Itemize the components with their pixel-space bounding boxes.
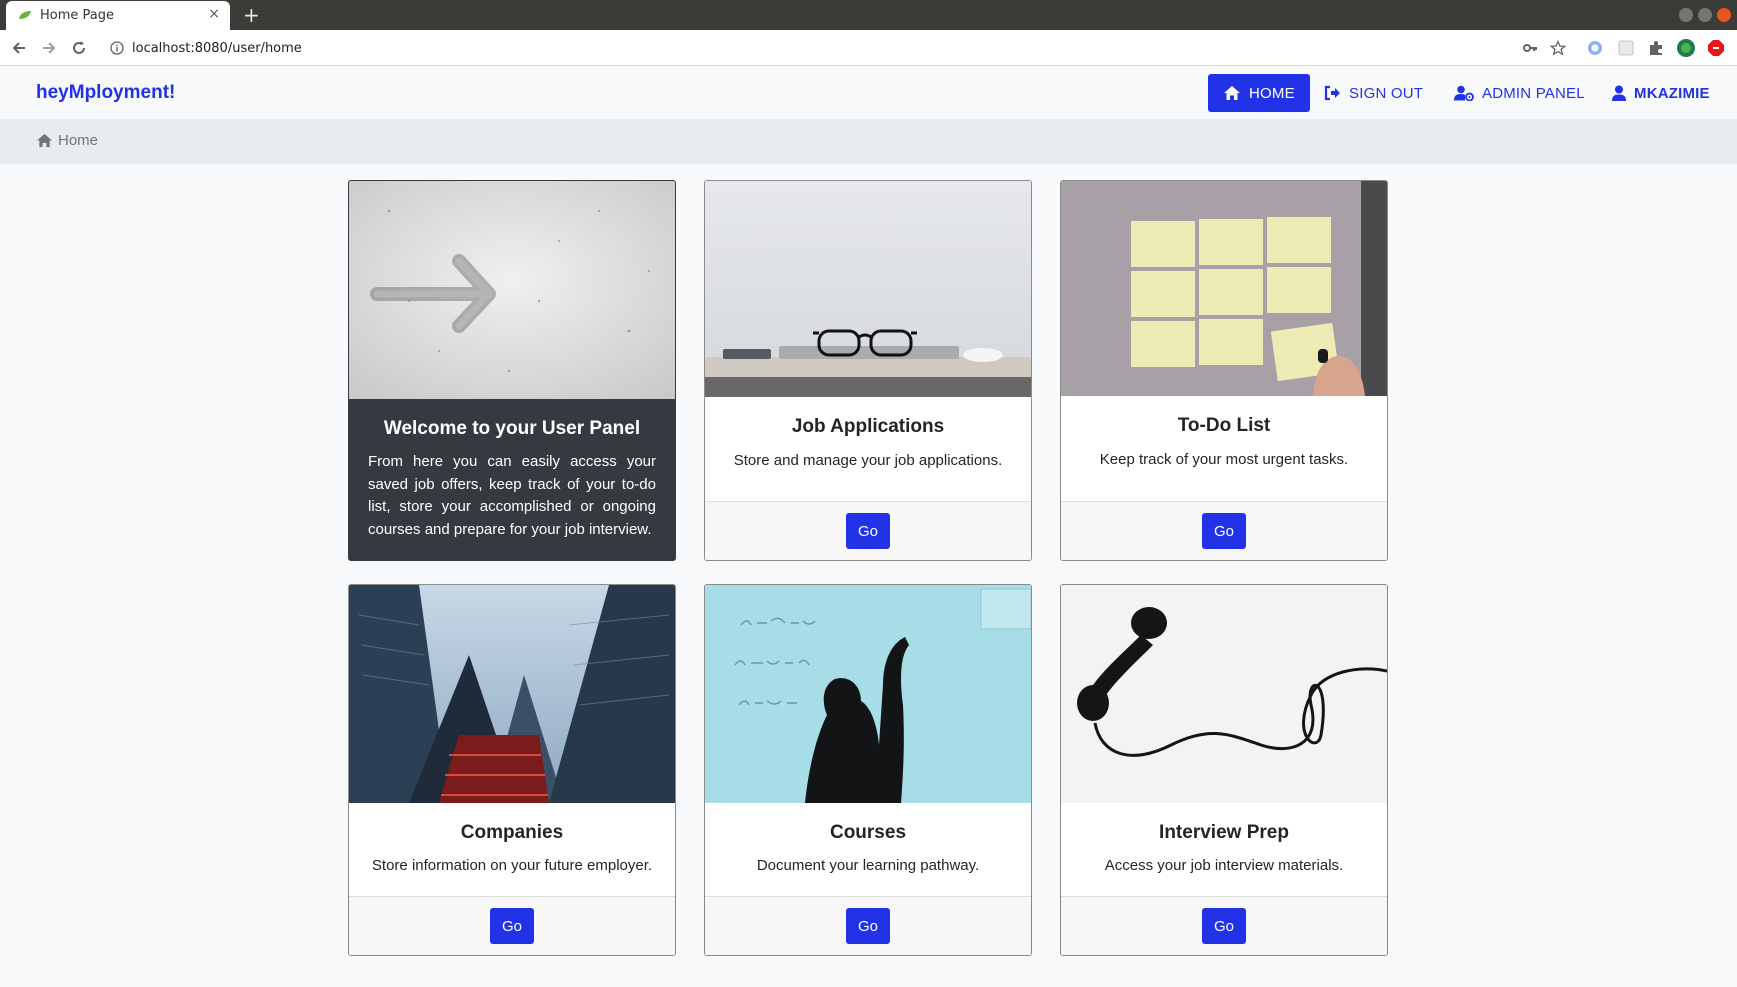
telephone-image <box>1061 585 1387 803</box>
todo-list-card: To-Do List Keep track of your most urgen… <box>1060 180 1388 561</box>
nav-home-label: HOME <box>1249 84 1295 102</box>
welcome-card-text: From here you can easily access your sav… <box>368 453 656 538</box>
sticky-notes-image <box>1061 181 1387 396</box>
home-icon <box>1224 86 1240 100</box>
address-bar[interactable]: localhost:8080/user/home <box>102 33 1578 63</box>
interview-prep-card: Interview Prep Access your job interview… <box>1060 584 1388 956</box>
companies-title: Companies <box>460 822 564 843</box>
user-cog-icon <box>1454 85 1474 101</box>
reload-icon[interactable] <box>70 39 88 57</box>
sign-out-icon <box>1324 85 1340 101</box>
browser-tabstrip: Home Page × + <box>0 0 1737 30</box>
breadcrumb: Home <box>0 119 1737 164</box>
arrow-image <box>349 181 675 399</box>
new-tab-icon[interactable]: + <box>243 3 260 27</box>
job-applications-title: Job Applications <box>791 416 945 437</box>
browser-tab[interactable]: Home Page × <box>6 1 230 30</box>
maximize-icon[interactable] <box>1698 8 1712 22</box>
nav-home[interactable]: HOME <box>1208 74 1310 112</box>
nav-sign-out[interactable]: SIGN OUT <box>1324 74 1423 112</box>
todo-list-title: To-Do List <box>1177 415 1271 436</box>
welcome-card-title: Welcome to your User Panel <box>383 418 641 439</box>
nav-sign-out-label: SIGN OUT <box>1349 84 1424 102</box>
interview-prep-footer: Go <box>1061 896 1387 955</box>
interview-prep-go-button[interactable]: Go <box>1202 908 1246 944</box>
profile-avatar-icon[interactable] <box>1677 39 1695 57</box>
todo-list-footer: Go <box>1061 501 1387 560</box>
courses-footer: Go <box>705 896 1031 955</box>
forward-icon[interactable] <box>40 39 58 57</box>
todo-list-text: Keep track of your most urgent tasks. <box>1099 451 1349 468</box>
companies-text: Store information on your future employe… <box>371 857 653 874</box>
breadcrumb-label: Home <box>58 132 99 149</box>
interview-prep-title: Interview Prep <box>1159 822 1289 843</box>
bookmark-star-icon[interactable] <box>1550 40 1566 56</box>
url-host: localhost <box>132 41 191 56</box>
url-text: localhost:8080/user/home <box>132 41 302 56</box>
adblock-icon[interactable] <box>1707 39 1725 57</box>
info-icon[interactable] <box>110 41 124 55</box>
courses-go-button[interactable]: Go <box>846 908 890 944</box>
home-icon <box>37 133 52 148</box>
user-icon <box>1612 85 1626 101</box>
companies-go-button[interactable]: Go <box>490 908 534 944</box>
courses-text: Document your learning pathway. <box>756 857 980 874</box>
job-applications-card: Job Applications Store and manage your j… <box>704 180 1032 561</box>
companies-footer: Go <box>349 896 675 955</box>
minimize-icon[interactable] <box>1679 8 1693 22</box>
courses-card: Courses Document your learning pathway. … <box>704 584 1032 956</box>
back-icon[interactable] <box>10 39 28 57</box>
welcome-card: Welcome to your User Panel From here you… <box>348 180 676 561</box>
nav-user-profile[interactable]: MKAZIMIE <box>1612 74 1710 112</box>
tab-title: Home Page <box>40 8 114 23</box>
puzzle-icon[interactable] <box>1647 39 1665 57</box>
leaf-icon <box>19 11 31 19</box>
browser-toolbar: localhost:8080/user/home <box>0 30 1737 66</box>
glasses-laptop-image <box>705 181 1031 397</box>
todo-list-go-button[interactable]: Go <box>1202 513 1246 549</box>
companies-card: Companies Store information on your futu… <box>348 584 676 956</box>
interview-prep-text: Access your job interview materials. <box>1104 857 1344 874</box>
window-close-icon[interactable] <box>1717 8 1731 22</box>
extension-grey-icon[interactable] <box>1617 39 1635 57</box>
job-applications-footer: Go <box>705 501 1031 560</box>
breadcrumb-home[interactable]: Home <box>36 132 98 149</box>
skyscrapers-image <box>349 585 675 803</box>
key-icon[interactable] <box>1522 40 1538 56</box>
brand-logo[interactable]: heyMployment! <box>36 82 175 104</box>
nav-admin-panel[interactable]: ADMIN PANEL <box>1454 74 1585 112</box>
url-path: :8080/user/home <box>190 41 302 56</box>
job-applications-go-button[interactable]: Go <box>846 513 890 549</box>
courses-title: Courses <box>829 822 907 843</box>
blackboard-image <box>705 585 1031 803</box>
tab-close-icon[interactable]: × <box>208 6 220 22</box>
job-applications-text: Store and manage your job applications. <box>733 452 1003 469</box>
nav-admin-panel-label: ADMIN PANEL <box>1482 84 1585 102</box>
nav-user-label: MKAZIMIE <box>1634 84 1710 102</box>
app-navbar: heyMployment! HOME SIGN OUT ADMIN PANEL … <box>0 67 1737 119</box>
extension-blue-icon[interactable] <box>1586 39 1604 57</box>
